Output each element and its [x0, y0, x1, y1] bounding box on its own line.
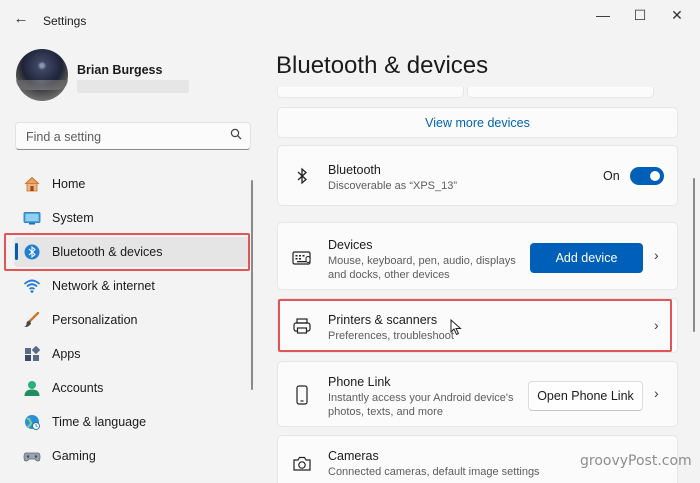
maximize-button[interactable]: ☐: [627, 4, 653, 26]
phone-link-description: Instantly access your Android device's p…: [328, 392, 514, 418]
sidebar-scrollbar[interactable]: [251, 180, 253, 390]
device-tile-partial[interactable]: [467, 87, 654, 98]
wifi-icon: [23, 278, 41, 294]
search-placeholder: Find a setting: [26, 130, 102, 144]
close-button[interactable]: ✕: [664, 4, 690, 26]
apps-icon: [23, 345, 41, 362]
sidebar-item-label: System: [52, 211, 94, 225]
bluetooth-title: Bluetooth: [328, 163, 381, 177]
watermark: groovyPost.com: [580, 453, 692, 469]
sidebar-item-label: Gaming: [52, 449, 96, 463]
main-scrollbar[interactable]: [693, 178, 695, 332]
devices-description: Mouse, keyboard, pen, audio, displays an…: [328, 255, 516, 281]
sidebar-item-label: Home: [52, 177, 86, 191]
bluetooth-toggle-card: Bluetooth Discoverable as “XPS_13” On: [277, 145, 678, 206]
back-button[interactable]: ←: [10, 8, 32, 30]
devices-icon: [291, 247, 313, 269]
minimize-button[interactable]: —: [590, 4, 616, 26]
title-bar: ← Settings — ☐ ✕: [0, 0, 700, 40]
user-name: Brian Burgess: [77, 63, 163, 77]
sidebar-item-label: Apps: [52, 347, 81, 361]
view-more-devices-link[interactable]: View more devices: [278, 108, 677, 137]
open-phone-link-button[interactable]: Open Phone Link: [528, 381, 643, 411]
add-device-button[interactable]: Add device: [530, 243, 643, 273]
home-icon: [23, 176, 41, 192]
phone-icon: [291, 384, 313, 406]
user-email-redacted: [77, 80, 189, 93]
devices-title: Devices: [328, 238, 373, 252]
search-icon: [230, 128, 242, 143]
sidebar-item-home[interactable]: Home: [14, 169, 250, 199]
sidebar-item-time-language[interactable]: Time & language: [14, 407, 250, 437]
chevron-right-icon: ›: [654, 385, 659, 401]
sidebar-item-personalization[interactable]: Personalization: [14, 305, 250, 335]
globe-icon: [23, 414, 41, 430]
device-tile-partial[interactable]: [277, 87, 464, 98]
sidebar-item-gaming[interactable]: Gaming: [14, 441, 250, 471]
view-more-devices-card[interactable]: View more devices: [277, 107, 678, 138]
chevron-right-icon: ›: [654, 247, 659, 263]
phone-link-card[interactable]: Phone Link Instantly access your Android…: [277, 361, 678, 427]
sidebar-item-label: Time & language: [52, 415, 147, 429]
sidebar-item-label: Accounts: [52, 381, 104, 395]
app-title: Settings: [43, 14, 87, 28]
brush-icon: [23, 311, 41, 328]
highlight-box-bluetooth: [4, 233, 250, 271]
avatar[interactable]: [16, 49, 68, 101]
toggle-knob: [650, 171, 660, 181]
sidebar-item-system[interactable]: System: [14, 203, 250, 233]
bluetooth-toggle[interactable]: [630, 167, 664, 185]
cameras-description: Connected cameras, default image setting…: [328, 466, 540, 478]
sidebar-item-label: Network & internet: [52, 279, 155, 293]
search-input[interactable]: Find a setting: [15, 122, 251, 150]
camera-icon: [291, 453, 313, 475]
sidebar-item-accounts[interactable]: Accounts: [14, 373, 250, 403]
devices-card[interactable]: Devices Mouse, keyboard, pen, audio, dis…: [277, 222, 678, 290]
highlight-box-printers: [278, 299, 672, 352]
bluetooth-state-label: On: [603, 169, 620, 183]
page-title: Bluetooth & devices: [276, 52, 489, 79]
avatar-band: [16, 80, 68, 90]
sidebar-item-apps[interactable]: Apps: [14, 339, 250, 369]
system-icon: [23, 210, 41, 226]
accounts-icon: [23, 380, 41, 396]
sidebar-item-network[interactable]: Network & internet: [14, 271, 250, 301]
bluetooth-icon: [291, 165, 313, 187]
bluetooth-description: Discoverable as “XPS_13”: [328, 180, 458, 192]
phone-link-title: Phone Link: [328, 375, 391, 389]
gamepad-icon: [23, 448, 41, 464]
cameras-title: Cameras: [328, 449, 379, 463]
sidebar-item-label: Personalization: [52, 313, 138, 327]
